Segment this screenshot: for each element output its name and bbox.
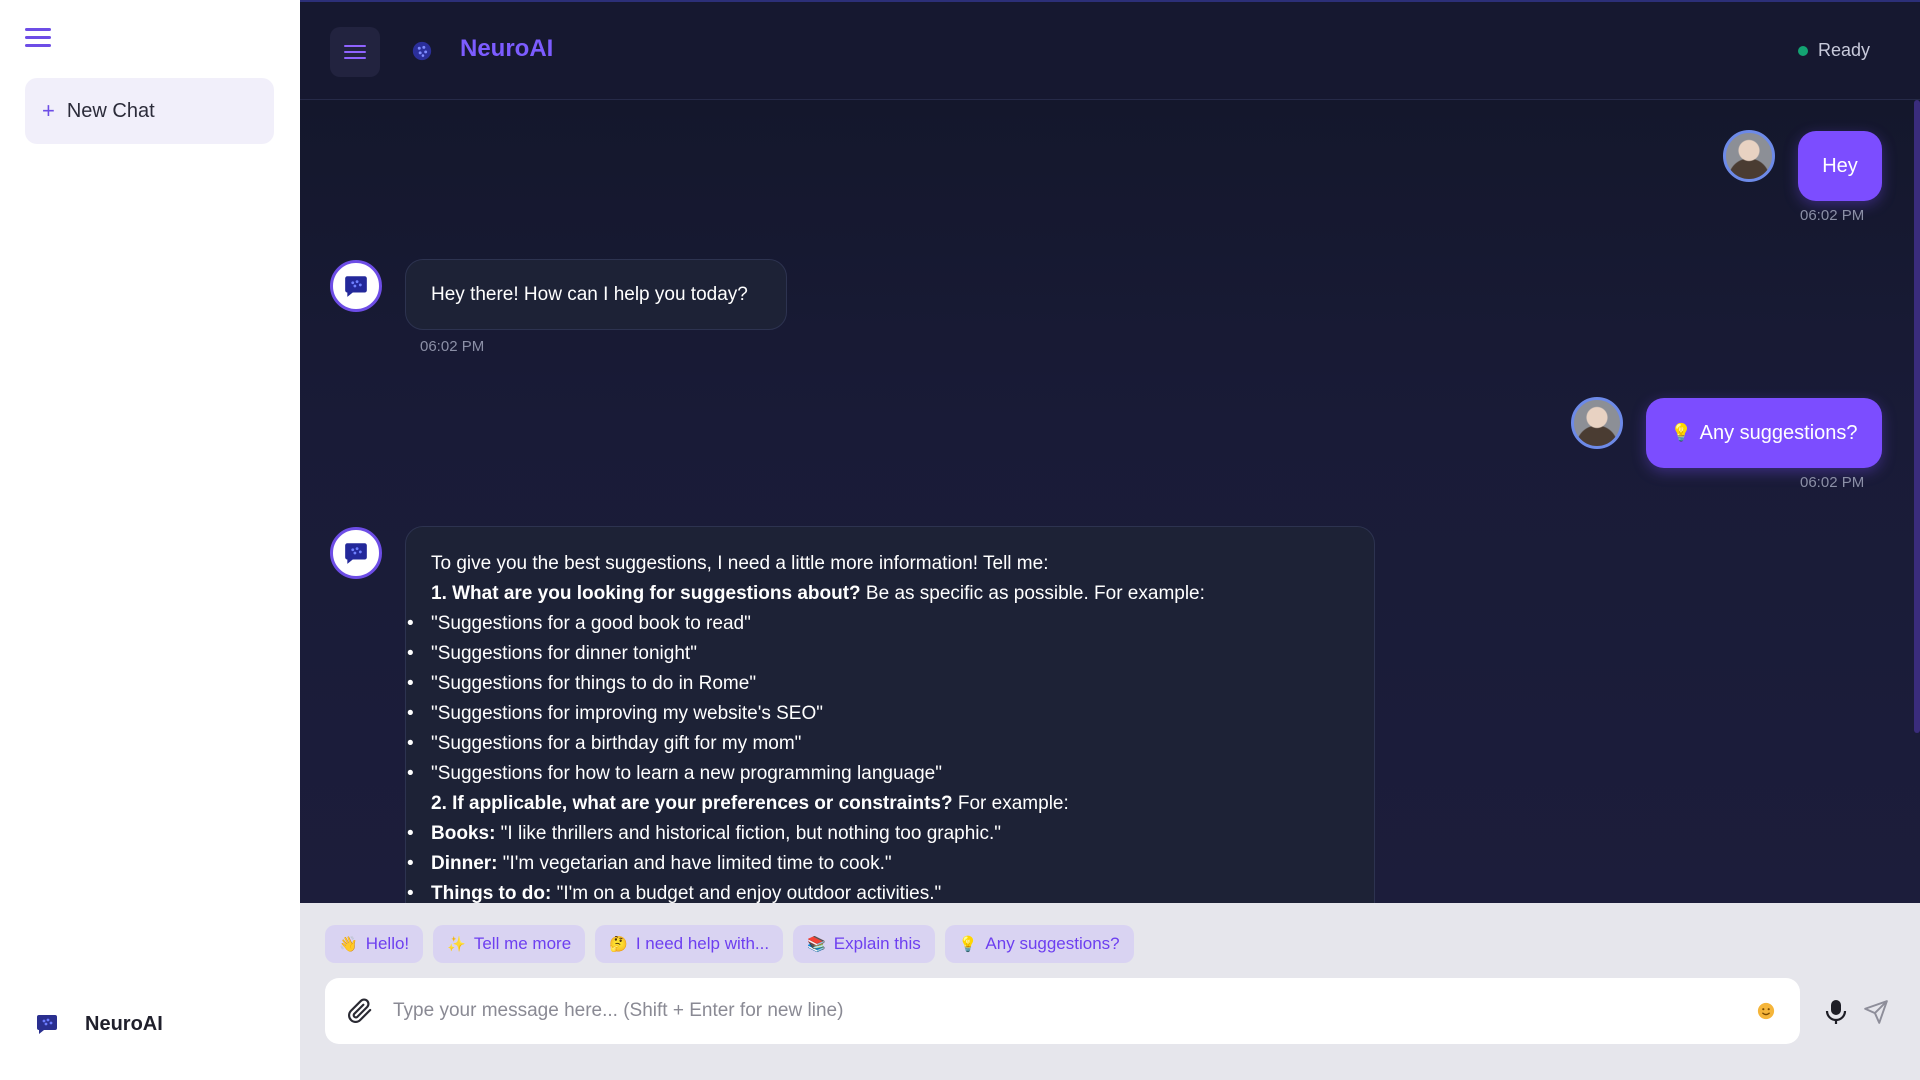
assistant-message-bubble: To give you the best suggestions, I need… — [405, 526, 1375, 903]
app-title: NeuroAI — [460, 35, 554, 62]
list-item: "Suggestions for how to learn a new prog… — [407, 759, 1349, 789]
user-avatar[interactable] — [1723, 130, 1775, 182]
message-timestamp: 06:02 PM — [1800, 474, 1865, 491]
sidebar-menu-icon[interactable] — [25, 28, 51, 50]
assistant-message-text: Hey there! How can I help you today? — [431, 283, 748, 305]
paperclip-icon[interactable] — [347, 998, 373, 1024]
user-message-text: Hey — [1822, 154, 1858, 177]
quick-reply-label: Tell me more — [473, 934, 572, 953]
brain-logo-icon — [37, 1015, 57, 1034]
quick-replies: 👋 Hello! ✨ Tell me more 🤔 I need help with.… — [325, 925, 1144, 963]
status-indicator: Ready — [1797, 40, 1870, 61]
sidebar-brand: NeuroAI — [35, 1012, 163, 1036]
question-2-rest: For example: — [952, 793, 1069, 814]
list-item-label: Things to do: — [431, 883, 552, 903]
quick-reply-tell-me-more[interactable]: ✨ Tell me more — [433, 925, 586, 963]
brain-logo-icon — [345, 276, 367, 297]
list-item: Books: "I like thrillers and historical … — [407, 819, 1349, 849]
user-avatar[interactable] — [1571, 397, 1623, 449]
status-text: Ready — [1817, 40, 1870, 60]
plus-icon: + — [42, 98, 55, 123]
chat-messages[interactable]: Hey 06:02 PM Hey there! How can I help y… — [300, 100, 1920, 903]
message-input-box — [325, 978, 1800, 1044]
question-2-bold: 2. If applicable, what are your preferen… — [431, 793, 953, 814]
quick-reply-hello[interactable]: 👋 Hello! — [325, 925, 424, 963]
message-timestamp: 06:02 PM — [1800, 207, 1865, 224]
sparkles-icon: ✨ — [447, 936, 466, 953]
user-message-bubble: Hey — [1798, 131, 1882, 201]
list-item: "Suggestions for a birthday gift for my … — [407, 729, 1349, 759]
header-menu-button[interactable] — [330, 27, 380, 77]
suggestion-topic-list: "Suggestions for a good book to read" "S… — [407, 609, 1349, 789]
brain-logo-icon — [412, 41, 432, 61]
sidebar-brand-name: NeuroAI — [85, 1012, 163, 1035]
thinking-face-icon: 🤔 — [609, 936, 628, 953]
new-chat-button[interactable]: + New Chat — [25, 78, 274, 144]
assistant-question-2: 2. If applicable, what are your preferen… — [431, 789, 1349, 819]
waving-hand-icon: 👋 — [339, 936, 358, 953]
sidebar: + New Chat NeuroAI — [0, 0, 300, 1080]
user-message-bubble: 💡 Any suggestions? — [1646, 398, 1882, 468]
assistant-question-1: 1. What are you looking for suggestions … — [431, 579, 1349, 609]
microphone-icon[interactable] — [1825, 999, 1847, 1025]
brain-logo-icon — [345, 543, 367, 564]
assistant-message-bubble: Hey there! How can I help you today? — [405, 259, 787, 330]
list-item: "Suggestions for things to do in Rome" — [407, 669, 1349, 699]
message-input[interactable] — [393, 1000, 1757, 1022]
status-dot-icon — [1797, 45, 1808, 56]
assistant-avatar — [330, 527, 382, 579]
books-icon: 📚 — [807, 936, 826, 953]
question-1-rest: Be as specific as possible. For example: — [860, 583, 1205, 604]
lightbulb-icon: 💡 — [1670, 423, 1692, 442]
list-item-text: "I like thrillers and historical fiction… — [495, 823, 1002, 844]
list-item-text: "I'm vegetarian and have limited time to… — [497, 853, 892, 874]
new-chat-label: New Chat — [66, 99, 155, 122]
preference-list: Books: "I like thrillers and historical … — [407, 819, 1349, 903]
quick-reply-explain[interactable]: 📚 Explain this — [793, 925, 935, 963]
list-item: Dinner: "I'm vegetarian and have limited… — [407, 849, 1349, 879]
assistant-message-intro: To give you the best suggestions, I need… — [431, 553, 1049, 574]
user-message-text: Any suggestions? — [1699, 421, 1858, 444]
quick-reply-label: Explain this — [833, 934, 921, 953]
send-icon[interactable] — [1863, 999, 1889, 1025]
list-item-text: "I'm on a budget and enjoy outdoor activ… — [551, 883, 942, 903]
assistant-avatar — [330, 260, 382, 312]
chat-scrollbar[interactable] — [1914, 100, 1920, 733]
list-item-label: Books: — [431, 823, 496, 844]
quick-reply-label: I need help with... — [635, 934, 770, 953]
message-timestamp: 06:02 PM — [420, 338, 485, 355]
chat-header: NeuroAI Ready — [300, 0, 1920, 100]
emoji-icon[interactable] — [1757, 1002, 1775, 1020]
quick-reply-label: Hello! — [365, 934, 410, 953]
lightbulb-icon: 💡 — [958, 936, 978, 953]
list-item: "Suggestions for a good book to read" — [407, 609, 1349, 639]
question-1-bold: 1. What are you looking for suggestions … — [431, 583, 861, 604]
list-item: Things to do: "I'm on a budget and enjoy… — [407, 879, 1349, 903]
composer-area: 👋 Hello! ✨ Tell me more 🤔 I need help with.… — [300, 903, 1920, 1080]
quick-reply-need-help[interactable]: 🤔 I need help with... — [595, 925, 784, 963]
quick-reply-label: Any suggestions? — [985, 934, 1120, 953]
list-item-label: Dinner: — [431, 853, 498, 874]
list-item: "Suggestions for improving my website's … — [407, 699, 1349, 729]
main-panel: NeuroAI Ready Hey 06:02 PM Hey there! Ho… — [300, 0, 1920, 1080]
quick-reply-suggestions[interactable]: 💡 Any suggestions? — [944, 925, 1134, 963]
list-item: "Suggestions for dinner tonight" — [407, 639, 1349, 669]
